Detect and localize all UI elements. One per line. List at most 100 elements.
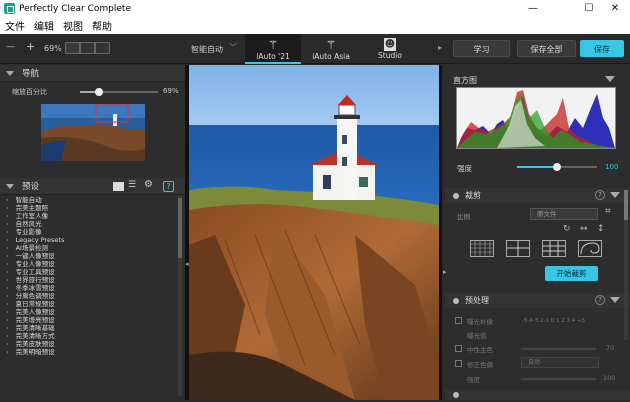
help-icon[interactable]: ? (595, 190, 605, 200)
magic-wand-icon: ⚚ (267, 38, 279, 52)
close-button[interactable]: ✕ (602, 0, 628, 17)
color-cast-checkbox[interactable] (455, 360, 462, 367)
zoom-slider-knob[interactable] (95, 88, 103, 96)
grid-view-icon[interactable] (113, 182, 124, 191)
collapse-icon[interactable] (610, 192, 620, 198)
scroll-right-icon[interactable]: ▸ (438, 43, 442, 52)
rotate-icon[interactable]: ↻ (563, 224, 571, 234)
zoom-percent: 69% (163, 87, 179, 95)
next-panel-header[interactable] (445, 390, 630, 400)
navigator-header[interactable]: 导航 (0, 65, 185, 82)
spiral-overlay-icon[interactable] (578, 240, 602, 257)
list-item[interactable]: 完美清晰方式 (6, 332, 176, 340)
strength-fill (517, 166, 557, 168)
crop-ratio-dropdown[interactable]: 原文件 (530, 208, 598, 220)
crop-header[interactable]: 裁剪 ? (445, 188, 630, 203)
list-item[interactable]: 自然风光 (6, 220, 176, 228)
list-item[interactable]: 一键人像预设 (6, 252, 176, 260)
list-item[interactable]: 专业工具预设 (6, 268, 176, 276)
list-item[interactable]: 完美皮肤预设 (6, 340, 176, 348)
start-crop-button[interactable]: 开始裁剪 (545, 266, 598, 281)
help-icon[interactable]: ? (595, 295, 605, 305)
image-canvas[interactable]: ◂ (185, 65, 442, 400)
list-item[interactable]: 完美增亮预设 (6, 316, 176, 324)
list-item[interactable]: 专业影像 (6, 228, 176, 236)
zoom-slider[interactable] (80, 88, 158, 96)
preprocess-header[interactable]: 预处理 ? (445, 293, 630, 308)
list-item[interactable]: 完美人像预设 (6, 308, 176, 316)
flip-vertical-icon[interactable]: ↕ (597, 224, 605, 234)
scrollbar-thumb[interactable] (178, 198, 182, 258)
mode-label: iAuto '21 (256, 52, 290, 61)
view-mode-group (65, 42, 110, 54)
side-by-side-view-icon[interactable] (95, 42, 110, 54)
list-item[interactable]: 完美清晰基础 (6, 324, 176, 332)
neutral-color-slider[interactable] (521, 348, 596, 350)
crop-tool-icon[interactable]: ⌗ (605, 206, 611, 217)
help-icon[interactable]: ? (163, 181, 174, 192)
crop-ratio-label: 比例 (457, 213, 470, 221)
learn-button[interactable]: 学习 (453, 40, 510, 57)
list-item[interactable]: 专业人像预设 (6, 260, 176, 268)
neutral-color-checkbox[interactable] (455, 345, 462, 352)
zoom-in-button[interactable]: + (26, 40, 35, 53)
presets-header[interactable]: 预设 ☰ ⚙ ? (0, 178, 185, 195)
split-view-icon[interactable] (80, 42, 95, 54)
right-scrollbar[interactable] (624, 190, 628, 340)
list-item[interactable]: 工作室人像 (6, 212, 176, 220)
histogram-header: 直方图 (445, 73, 630, 88)
menu-edit[interactable]: 编辑 (34, 18, 54, 33)
toggle-dot-icon[interactable] (453, 192, 459, 199)
navigator-thumbnail[interactable] (41, 104, 145, 161)
scrollbar-thumb[interactable] (624, 190, 628, 220)
preset-scrollbar[interactable] (178, 196, 182, 396)
toggle-dot-icon[interactable] (453, 297, 459, 304)
collapse-icon[interactable] (610, 297, 620, 303)
chevron-down-icon[interactable]: ﹀ (229, 42, 237, 53)
strength-knob[interactable] (553, 163, 561, 171)
preprocess-strength-slider[interactable] (521, 378, 596, 380)
grid-overlay-icon[interactable] (470, 240, 494, 257)
navigator-title: 导航 (22, 69, 40, 79)
list-item[interactable]: Legacy Presets (6, 236, 176, 244)
list-item[interactable]: AI场景检测 (6, 244, 176, 252)
zoom-out-button[interactable]: — (6, 42, 15, 52)
save-all-button[interactable]: 保存全部 (517, 40, 576, 57)
collapse-left-icon[interactable]: ◂ (185, 260, 190, 270)
list-item[interactable]: 智能自动 (6, 196, 176, 204)
mode-iauto-asia[interactable]: ⚚ iAuto Asia (303, 34, 359, 64)
list-item[interactable]: 世界旅行预设 (6, 276, 176, 284)
flip-horizontal-icon[interactable]: ↔ (580, 224, 588, 234)
menu-file[interactable]: 文件 (5, 18, 25, 33)
list-item[interactable]: 冬季冰雪预设 (6, 284, 176, 292)
preprocess-strength-label: 强度 (467, 376, 480, 384)
menu-help[interactable]: 帮助 (92, 18, 112, 33)
single-view-icon[interactable] (65, 42, 80, 54)
list-item[interactable]: 分离色调预设 (6, 292, 176, 300)
collapse-icon[interactable] (605, 76, 615, 82)
mode-studio[interactable]: ☻ Studio (362, 34, 418, 64)
save-button[interactable]: 保存 (580, 40, 624, 57)
list-view-icon[interactable]: ☰ (128, 180, 136, 190)
mode-iauto21[interactable]: ⚚ iAuto '21 (245, 34, 301, 64)
exposure-checkbox[interactable] (455, 317, 462, 324)
gear-icon[interactable]: ⚙ (144, 179, 153, 190)
window-title: Perfectly Clear Complete (19, 3, 131, 14)
maximize-button[interactable]: ☐ (576, 0, 602, 17)
preset-dropdown[interactable]: 智能自动 (191, 44, 223, 55)
list-item[interactable]: 夏日常规预设 (6, 300, 176, 308)
list-item[interactable]: 完美明暗预设 (6, 348, 176, 356)
exposure-label: 曝光补偿 (467, 318, 493, 326)
collapse-right-icon[interactable]: ▸ (443, 268, 447, 276)
minimize-button[interactable]: — (520, 0, 546, 17)
color-cast-dropdown[interactable]: 自动 (521, 357, 599, 368)
color-cast-label: 修正色偏 (467, 361, 493, 369)
strength-slider[interactable] (517, 163, 597, 171)
presets-title: 预设 (22, 182, 40, 192)
menu-view[interactable]: 视图 (63, 18, 83, 33)
thirds-overlay-icon[interactable] (506, 240, 530, 257)
toggle-dot-icon[interactable] (453, 392, 459, 398)
preset-list: 智能自动 完美主题照 工作室人像 自然风光 专业影像 Legacy Preset… (6, 196, 176, 356)
list-item[interactable]: 完美主题照 (6, 204, 176, 212)
golden-grid-icon[interactable] (542, 240, 566, 257)
